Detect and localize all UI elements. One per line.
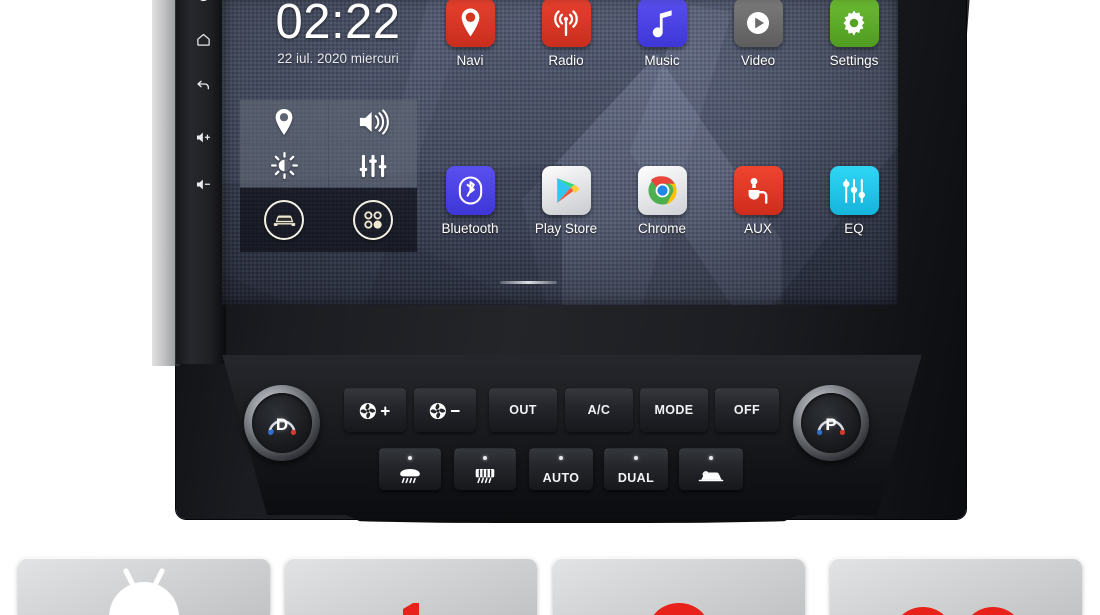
dual-button[interactable]: DUAL <box>604 448 668 490</box>
red-circle-icon <box>653 603 705 615</box>
app-label: Radio <box>548 53 584 68</box>
dual-label: DUAL <box>617 470 655 485</box>
play-icon <box>733 0 783 47</box>
android-robot-icon <box>109 568 179 615</box>
chrome-icon <box>637 166 687 215</box>
app-navi[interactable]: Navi <box>422 0 518 68</box>
home-indicator-bar <box>500 281 557 284</box>
hardware-key-strip <box>186 0 220 364</box>
app-aux[interactable]: AUX <box>710 166 806 236</box>
led-indicator <box>709 456 713 460</box>
volume-down-icon[interactable] <box>186 171 220 197</box>
aux-plug-icon <box>733 166 783 215</box>
screenshot-root: 02:22 22 iul. 2020 miercuri Navi Radio M… <box>0 0 1100 615</box>
auto-button[interactable]: AUTO <box>529 448 593 490</box>
passenger-temp-label: P <box>825 414 837 434</box>
mode-label: MODE <box>654 403 694 418</box>
brightness-icon[interactable] <box>240 144 328 187</box>
rear-defrost-button[interactable] <box>454 448 516 490</box>
home-icon[interactable] <box>186 26 220 52</box>
quick-settings-tiles <box>240 100 417 187</box>
app-label: Bluetooth <box>441 221 499 236</box>
equalizer-icon[interactable] <box>329 144 417 187</box>
app-label: Music <box>644 53 680 68</box>
circle-button-row <box>240 188 417 252</box>
app-radio[interactable]: Radio <box>518 0 614 68</box>
ac-button[interactable]: A/C <box>565 388 633 432</box>
volume-icon[interactable] <box>329 100 417 143</box>
app-label: AUX <box>744 221 772 236</box>
out-label: OUT <box>509 403 537 418</box>
power-icon[interactable] <box>186 0 220 8</box>
app-video[interactable]: Video <box>710 0 806 68</box>
auto-label: AUTO <box>542 470 580 485</box>
led-indicator <box>408 456 412 460</box>
led-indicator <box>634 456 638 460</box>
red-numeral-icon <box>403 603 419 615</box>
app-music[interactable]: Music <box>614 0 710 68</box>
driver-temp-knob[interactable]: D <box>244 385 320 461</box>
bluetooth-icon <box>445 166 495 215</box>
front-defrost-button[interactable] <box>379 448 441 490</box>
fan-down-button[interactable] <box>414 388 476 432</box>
gear-icon <box>829 0 879 47</box>
app-play-store[interactable]: Play Store <box>518 166 614 236</box>
feature-card-3[interactable] <box>553 558 805 615</box>
antenna-icon <box>541 0 591 47</box>
feature-card-4[interactable] <box>830 558 1082 615</box>
map-pin-icon <box>445 0 495 47</box>
red-double-circle-icon <box>902 607 1014 615</box>
apps-grid-icon[interactable] <box>352 200 393 240</box>
back-icon[interactable] <box>186 73 220 99</box>
app-label: Settings <box>829 53 879 68</box>
recirculate-button[interactable] <box>679 448 743 490</box>
fan-up-button[interactable] <box>344 388 406 432</box>
app-label: Play Store <box>534 221 598 236</box>
head-unit-screen[interactable]: 02:22 22 iul. 2020 miercuri Navi Radio M… <box>222 0 898 305</box>
app-grid: Navi Radio Music Video Settings Bluetoot… <box>418 0 898 256</box>
app-label: Navi <box>456 53 484 68</box>
clock-time: 02:22 <box>275 0 401 49</box>
mode-button[interactable]: MODE <box>640 388 708 432</box>
feature-card-2[interactable] <box>285 558 537 615</box>
clock-date: 22 iul. 2020 miercuri <box>277 50 399 66</box>
out-button[interactable]: OUT <box>489 388 557 432</box>
app-eq[interactable]: EQ <box>806 166 898 236</box>
eq-sliders-icon <box>829 166 879 215</box>
clock-widget[interactable]: 02:22 22 iul. 2020 miercuri <box>244 0 432 66</box>
bottom-card-strip <box>0 558 1100 615</box>
driver-temp-label: D <box>275 414 289 434</box>
led-indicator <box>559 456 563 460</box>
app-label: Chrome <box>637 221 686 236</box>
app-bluetooth[interactable]: Bluetooth <box>422 166 518 236</box>
app-settings[interactable]: Settings <box>806 0 898 68</box>
ac-label: A/C <box>587 403 611 418</box>
music-note-icon <box>637 0 687 47</box>
led-indicator <box>483 456 487 460</box>
android-card[interactable] <box>18 558 270 615</box>
passenger-temp-knob[interactable]: P <box>793 385 869 461</box>
location-icon[interactable] <box>240 100 328 143</box>
app-label: EQ <box>844 221 864 236</box>
play-store-icon <box>541 166 591 215</box>
car-icon[interactable] <box>264 200 305 240</box>
off-button[interactable]: OFF <box>715 388 779 432</box>
off-label: OFF <box>733 403 761 418</box>
app-chrome[interactable]: Chrome <box>614 166 710 236</box>
volume-up-icon[interactable] <box>186 124 220 150</box>
app-label: Video <box>740 53 776 68</box>
